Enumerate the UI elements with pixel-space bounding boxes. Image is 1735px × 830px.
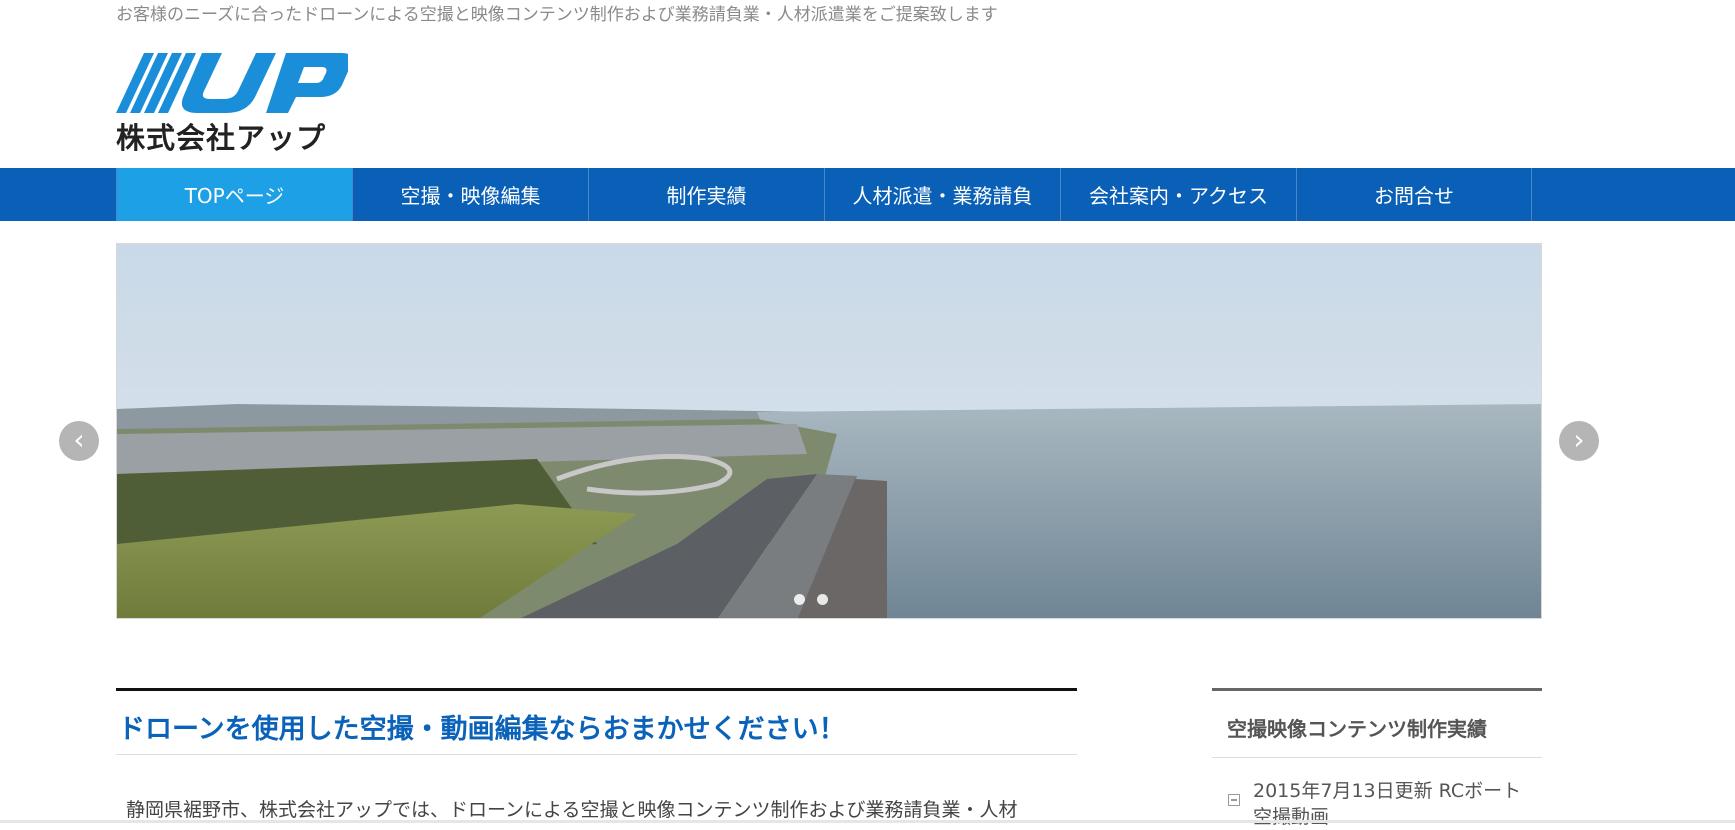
slider-next-button[interactable]: ›	[1559, 421, 1599, 461]
slider-prev-button[interactable]: ‹	[59, 421, 99, 461]
slider-dot-1[interactable]	[794, 594, 805, 605]
nav-item-contact[interactable]: お問合せ	[1296, 168, 1532, 221]
slider-dot-2[interactable]	[817, 594, 828, 605]
sidebar-heading: 空撮映像コンテンツ制作実績	[1212, 688, 1542, 758]
nav-item-aerial-video[interactable]: 空撮・映像編集	[352, 168, 588, 221]
chevron-right-icon: ›	[1573, 423, 1585, 456]
main-navigation: TOPページ 空撮・映像編集 制作実績 人材派遣・業務請負 会社案内・アクセス …	[0, 168, 1735, 221]
aerial-coast-image	[117, 244, 1541, 618]
nav-item-top[interactable]: TOPページ	[116, 168, 352, 221]
nav-item-staffing[interactable]: 人材派遣・業務請負	[824, 168, 1060, 221]
chevron-left-icon: ‹	[73, 423, 85, 456]
nav-item-company-access[interactable]: 会社案内・アクセス	[1060, 168, 1296, 221]
arrow-box-icon	[1228, 794, 1240, 806]
intro-text: 静岡県裾野市、株式会社アップでは、ドローンによる空撮と映像コンテンツ制作および業…	[126, 799, 1018, 821]
site-tagline: お客様のニーズに合ったドローンによる空撮と映像コンテンツ制作および業務請負業・人…	[116, 5, 998, 25]
main-heading-text: ドローンを使用した空撮・動画編集ならおまかせください！	[118, 714, 846, 745]
company-logo[interactable]: 株式会社アップ	[116, 53, 352, 155]
company-name: 株式会社アップ	[116, 121, 327, 155]
slider-pagination	[794, 594, 828, 605]
sidebar-heading-text: 空撮映像コンテンツ制作実績	[1227, 717, 1487, 741]
hero-slider[interactable]	[116, 243, 1542, 619]
main-section-heading: ドローンを使用した空撮・動画編集ならおまかせください！	[116, 688, 1077, 755]
nav-item-works[interactable]: 制作実績	[588, 168, 824, 221]
